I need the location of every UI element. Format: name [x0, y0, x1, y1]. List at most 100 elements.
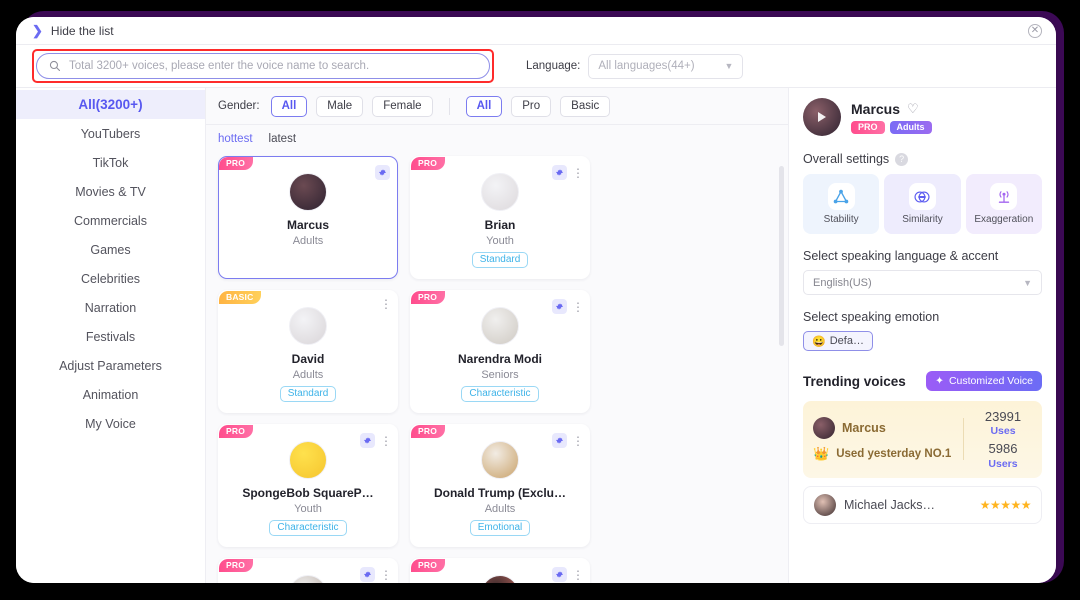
filter-bar: Gender: All Male Female All Pro Basic — [206, 88, 788, 125]
gender-filter-label: Gender: — [218, 100, 260, 112]
avatar[interactable] — [481, 441, 519, 479]
filter-divider — [448, 97, 450, 115]
avatar[interactable] — [289, 441, 327, 479]
voice-detail-name: Marcus — [851, 100, 901, 117]
avatar[interactable] — [481, 575, 519, 583]
more-options-icon[interactable]: ⋮ — [572, 167, 584, 179]
sidebar-item-tiktok[interactable]: TikTok — [16, 148, 205, 177]
voice-card-age: Adults — [292, 235, 324, 247]
sidebar-item-celebrities[interactable]: Celebrities — [16, 264, 205, 293]
voice-card-name: Marcus — [286, 218, 330, 232]
sidebar-item-games[interactable]: Games — [16, 235, 205, 264]
setting-exaggeration[interactable]: Exaggeration — [965, 174, 1042, 234]
gear-icon[interactable] — [552, 433, 567, 448]
sidebar-item-commercials[interactable]: Commercials — [16, 206, 205, 235]
setting-exaggeration-label: Exaggeration — [974, 214, 1034, 225]
voice-card[interactable]: PRO⋮Cristiano RonaldoAdultsMagnetic — [218, 558, 398, 583]
more-options-icon[interactable]: ⋮ — [572, 301, 584, 313]
language-accent-select[interactable]: English(US) ▼ — [803, 270, 1042, 295]
sidebar-item-youtubers[interactable]: YouTubers — [16, 119, 205, 148]
setting-stability[interactable]: Stability — [803, 174, 880, 234]
status-badge: PRO — [219, 559, 254, 572]
tier-option-all[interactable]: All — [465, 95, 503, 117]
avatar — [814, 493, 836, 516]
language-select[interactable]: All languages(44+) ▼ — [588, 53, 744, 79]
tier-option-pro[interactable]: Pro — [511, 95, 552, 117]
more-options-icon[interactable]: ⋮ — [572, 435, 584, 447]
more-options-icon[interactable]: ⋮ — [380, 569, 392, 581]
voice-card-actions: ⋮ — [360, 567, 392, 582]
voice-grid-scrollbar[interactable] — [779, 166, 784, 346]
question-mark-icon[interactable]: ? — [895, 152, 909, 166]
avatar[interactable] — [289, 173, 327, 211]
gender-option-female[interactable]: Female — [372, 95, 433, 117]
voice-card[interactable]: PRO Marcus Adults — [218, 156, 398, 279]
more-options-icon[interactable]: ⋮ — [380, 435, 392, 447]
gear-icon[interactable] — [360, 567, 375, 582]
search-box[interactable] — [36, 53, 490, 79]
search-icon — [49, 60, 61, 72]
voice-card-actions: ⋮ — [552, 567, 584, 582]
gear-icon[interactable] — [375, 165, 390, 180]
broadcast-tower-icon — [990, 183, 1018, 210]
more-options-icon[interactable]: ⋮ — [380, 298, 392, 310]
avatar[interactable] — [289, 307, 327, 345]
voice-card[interactable]: PRO ⋮ Narendra Modi Seniors Characteristic — [410, 290, 590, 413]
hide-the-list-label: Hide the list — [50, 23, 114, 38]
sidebar-item-festivals[interactable]: Festivals — [16, 322, 205, 351]
voice-card-tag-wrap: Emotional — [411, 515, 589, 536]
tier-filter-group: All Pro Basic — [465, 95, 611, 117]
sidebar-item-all-3200[interactable]: All(3200+) — [16, 90, 205, 119]
avatar[interactable] — [289, 575, 327, 583]
sidebar-item-movies-tv[interactable]: Movies & TV — [16, 177, 205, 206]
status-badge: PRO — [411, 157, 446, 170]
sidebar-item-my-voice[interactable]: My Voice — [16, 409, 205, 438]
gender-option-male[interactable]: Male — [316, 95, 364, 117]
hide-the-list-button[interactable]: ❯ Hide the list — [32, 24, 114, 38]
sidebar-item-animation[interactable]: Animation — [16, 380, 205, 409]
sort-tab-hottest[interactable]: hottest — [218, 133, 253, 145]
more-options-icon[interactable]: ⋮ — [572, 569, 584, 581]
trending-item-second[interactable]: Michael Jacks… ★★★★★ — [803, 485, 1042, 524]
setting-similarity[interactable]: Similarity — [884, 174, 961, 234]
gear-icon[interactable] — [552, 165, 567, 180]
status-badge: PRO — [219, 425, 254, 438]
gear-icon[interactable] — [552, 299, 567, 314]
gender-option-all[interactable]: All — [270, 95, 308, 117]
heart-icon[interactable]: ♡ — [907, 101, 919, 117]
trending-item-name: Michael Jacks… — [844, 497, 935, 512]
trending-item-top[interactable]: Marcus 👑 Used yesterday NO.1 23991 Uses … — [803, 401, 1042, 478]
voice-card[interactable]: BASIC ⋮ David Adults Standard — [218, 290, 398, 413]
gender-filter-group: All Male Female — [270, 95, 433, 117]
avatar[interactable] — [803, 98, 841, 136]
close-icon[interactable]: ✕ — [1028, 23, 1042, 38]
sort-tabs: hottest latest — [206, 125, 788, 152]
sidebar-item-adjust-parameters[interactable]: Adjust Parameters — [16, 351, 205, 380]
search-input[interactable] — [69, 60, 477, 72]
avatar[interactable] — [481, 307, 519, 345]
avatar[interactable] — [481, 173, 519, 211]
voice-card[interactable]: PRO ⋮ Donald Trump (Exclu… Adults Emotional — [410, 424, 590, 547]
setting-stability-label: Stability — [823, 214, 859, 225]
speaking-emotion-pill[interactable]: 😀 Defa… — [803, 331, 873, 351]
venn-circles-icon — [908, 183, 936, 210]
sidebar-item-narration[interactable]: Narration — [16, 293, 205, 322]
gear-icon[interactable] — [360, 433, 375, 448]
overall-settings-label: Overall settings — [803, 152, 890, 166]
voice-card[interactable]: PRO ⋮ Brian Youth Standard — [410, 156, 590, 279]
voice-detail-badges: PRO Adults — [851, 120, 932, 134]
gear-icon[interactable] — [552, 567, 567, 582]
voice-card-name: David — [291, 352, 325, 366]
search-row: Language: All languages(44+) ▼ — [16, 45, 1056, 88]
tier-option-basic[interactable]: Basic — [560, 95, 611, 117]
status-badge: PRO — [411, 291, 446, 304]
voice-browser: Gender: All Male Female All Pro Basic hottes… — [206, 88, 788, 583]
overall-settings-group: Stability Similarity Exaggeration — [803, 174, 1042, 234]
sort-tab-latest[interactable]: latest — [269, 133, 297, 145]
voice-card[interactable]: PRO⋮Michael Jackson (Exc…YouthPleasing t… — [410, 558, 590, 583]
crown-icon: 👑 — [813, 445, 830, 461]
customized-voice-button[interactable]: ✦ Customized Voice — [926, 371, 1042, 391]
triangle-nodes-icon — [827, 183, 855, 210]
voice-card[interactable]: PRO ⋮ SpongeBob SquareP… Youth Characteristi… — [218, 424, 398, 547]
voice-card-tag: Characteristic — [461, 386, 539, 402]
